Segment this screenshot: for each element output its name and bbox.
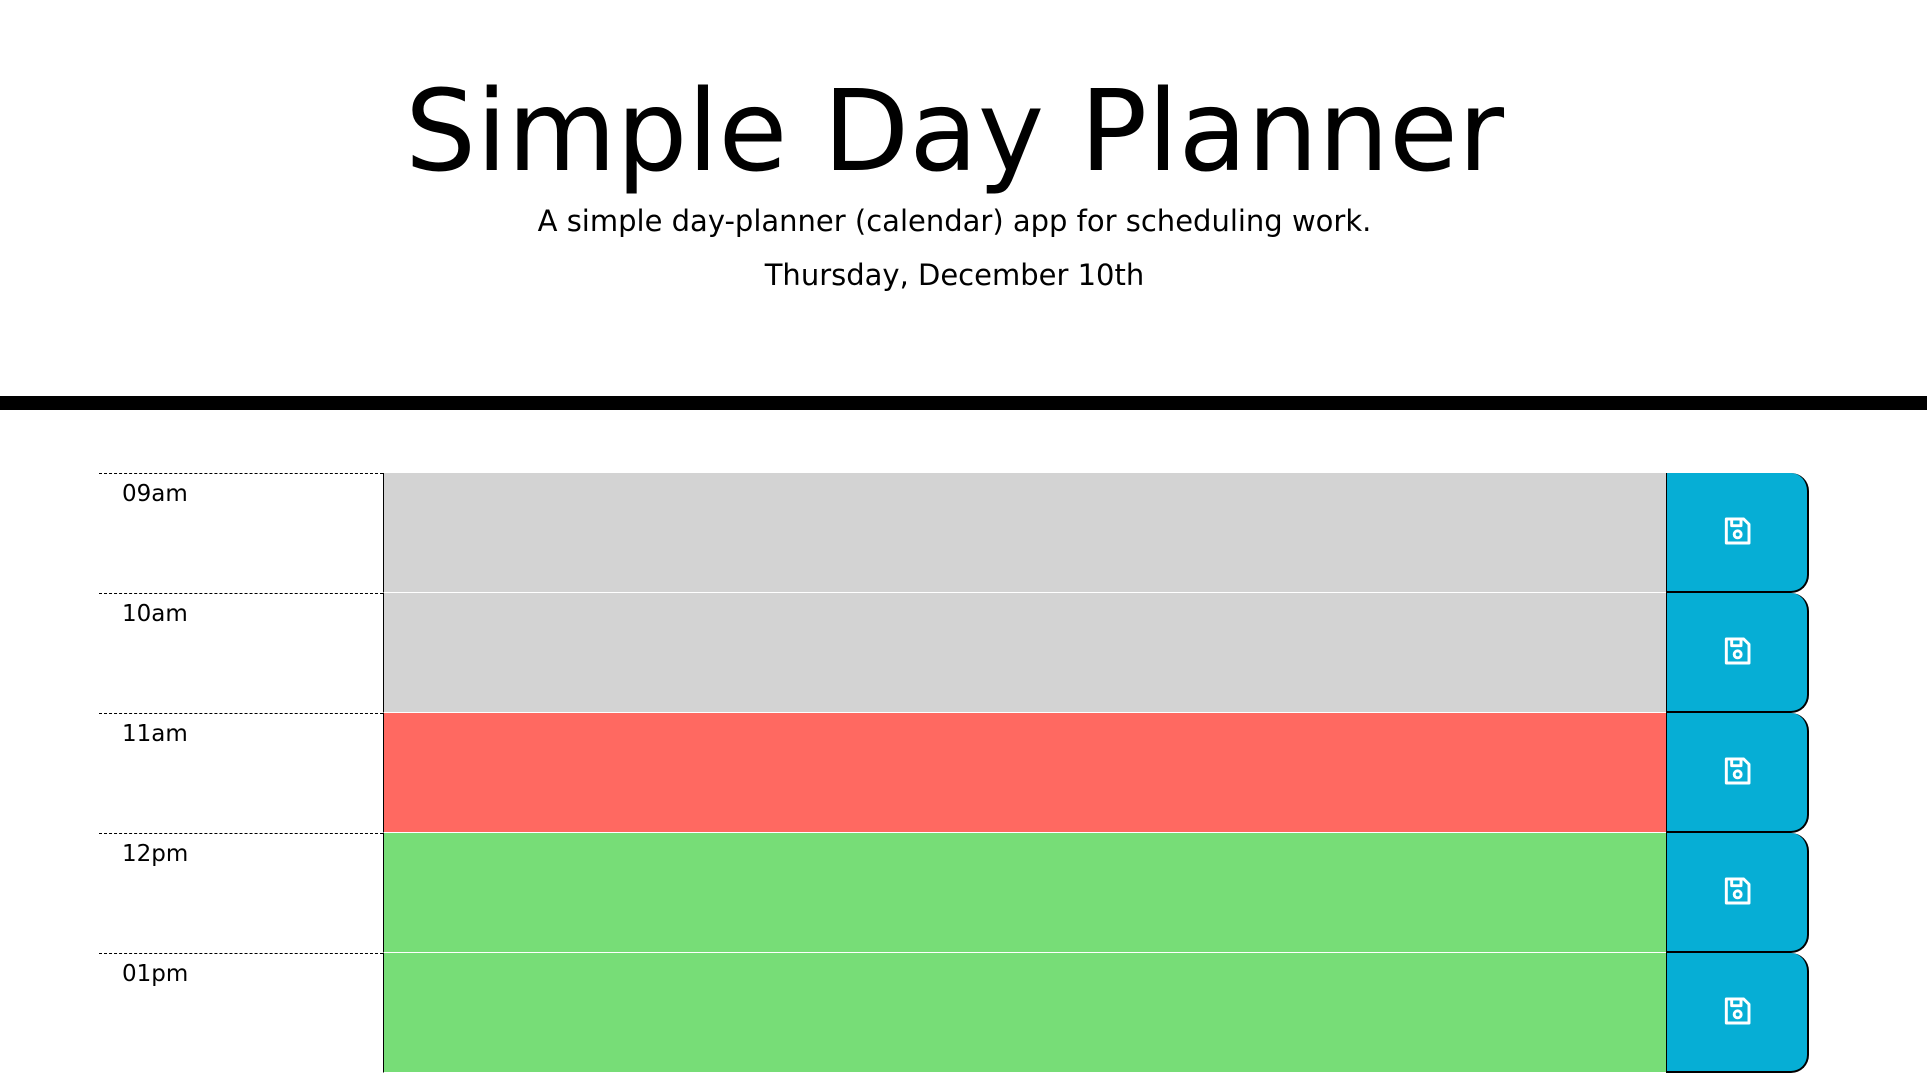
floppy-disk-icon bbox=[1721, 755, 1753, 790]
save-button[interactable] bbox=[1666, 593, 1809, 713]
floppy-disk-icon bbox=[1721, 995, 1753, 1030]
save-button[interactable] bbox=[1666, 473, 1809, 593]
description-input[interactable] bbox=[383, 593, 1666, 713]
header: Simple Day Planner A simple day-planner … bbox=[0, 0, 1927, 410]
planner-container: 09am 10am 11am 12pm 01pm bbox=[99, 473, 1809, 1073]
hour-label: 11am bbox=[99, 713, 383, 833]
current-day: Thursday, December 10th bbox=[764, 258, 1145, 292]
floppy-disk-icon bbox=[1721, 635, 1753, 670]
description-input[interactable] bbox=[383, 833, 1666, 953]
description-input[interactable] bbox=[383, 713, 1666, 833]
time-block-01pm: 01pm bbox=[99, 953, 1809, 1073]
hour-label: 01pm bbox=[99, 953, 383, 1073]
hour-label: 10am bbox=[99, 593, 383, 713]
hour-label: 09am bbox=[99, 473, 383, 593]
time-block-12pm: 12pm bbox=[99, 833, 1809, 953]
page-title: Simple Day Planner bbox=[405, 67, 1504, 197]
time-block-10am: 10am bbox=[99, 593, 1809, 713]
floppy-disk-icon bbox=[1721, 515, 1753, 550]
description-input[interactable] bbox=[383, 953, 1666, 1073]
time-block-09am: 09am bbox=[99, 473, 1809, 593]
floppy-disk-icon bbox=[1721, 875, 1753, 910]
save-button[interactable] bbox=[1666, 953, 1809, 1073]
page-subtitle: A simple day-planner (calendar) app for … bbox=[537, 204, 1372, 238]
time-block-11am: 11am bbox=[99, 713, 1809, 833]
hour-label: 12pm bbox=[99, 833, 383, 953]
description-input[interactable] bbox=[383, 473, 1666, 593]
save-button[interactable] bbox=[1666, 833, 1809, 953]
save-button[interactable] bbox=[1666, 713, 1809, 833]
